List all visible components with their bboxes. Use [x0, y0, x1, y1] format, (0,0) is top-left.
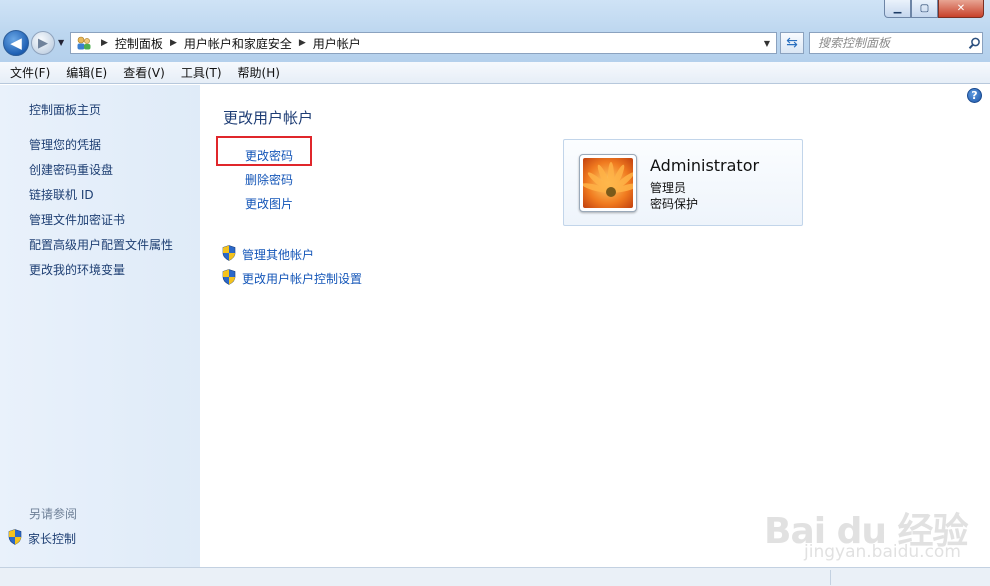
- link-label: 管理其他帐户: [242, 248, 315, 262]
- account-status: 密码保护: [650, 197, 699, 211]
- breadcrumb-control-panel[interactable]: 控制面板: [115, 35, 163, 52]
- uac-shield-icon: [8, 529, 22, 548]
- arrow-right-icon: ▶: [38, 35, 48, 51]
- watermark-site: jingyan.baidu.com: [804, 542, 961, 562]
- status-bar: [0, 567, 990, 586]
- link-label: 更改用户帐户控制设置: [242, 272, 363, 286]
- sidebar-item-environment-variables[interactable]: 更改我的环境变量: [29, 261, 125, 278]
- menu-help[interactable]: 帮助(H): [230, 63, 288, 83]
- arrow-left-icon: ◀: [10, 34, 22, 52]
- forward-button[interactable]: ▶: [31, 31, 55, 55]
- menu-tools[interactable]: 工具(T): [173, 63, 230, 83]
- menu-file[interactable]: 文件(F): [2, 63, 58, 83]
- sidebar-control-panel-home[interactable]: 控制面板主页: [29, 101, 101, 118]
- breadcrumb-separator[interactable]: ▶: [299, 38, 306, 48]
- status-divider: [830, 570, 831, 585]
- address-bar[interactable]: ▶ 控制面板 ▶ 用户帐户和家庭安全 ▶ 用户帐户 ▼: [70, 32, 777, 54]
- uac-settings-link[interactable]: 更改用户帐户控制设置: [222, 269, 362, 288]
- page-title: 更改用户帐户: [223, 109, 314, 127]
- see-also-heading: 另请参阅: [29, 507, 78, 521]
- users-folder-icon: [74, 33, 94, 53]
- breadcrumb-separator[interactable]: ▶: [170, 38, 177, 48]
- sidebar-item-create-reset-disk[interactable]: 创建密码重设盘: [29, 161, 113, 178]
- change-picture-link[interactable]: 更改图片: [245, 195, 293, 212]
- sidebar-item-manage-credentials[interactable]: 管理您的凭据: [29, 136, 101, 153]
- avatar: [579, 154, 637, 212]
- account-name: Administrator: [650, 156, 760, 175]
- address-dropdown-icon[interactable]: ▼: [758, 33, 776, 53]
- account-card: Administrator 管理员 密码保护: [563, 139, 803, 226]
- search-input[interactable]: [810, 33, 966, 53]
- uac-shield-icon: [222, 245, 236, 264]
- sidebar-item-encryption-certificates[interactable]: 管理文件加密证书: [29, 211, 125, 228]
- sidebar: 控制面板主页 管理您的凭据 创建密码重设盘 链接联机 ID 管理文件加密证书 配…: [0, 85, 200, 567]
- breadcrumb-user-accounts[interactable]: 用户帐户: [313, 35, 361, 52]
- recent-pages-dropdown[interactable]: ▼: [58, 38, 64, 47]
- menu-edit[interactable]: 编辑(E): [58, 63, 115, 83]
- sidebar-item-parental-controls[interactable]: 家长控制: [8, 529, 76, 548]
- uac-shield-icon: [222, 269, 236, 288]
- sidebar-item-label: 家长控制: [28, 532, 77, 546]
- sidebar-item-link-online-id[interactable]: 链接联机 ID: [29, 186, 94, 203]
- menu-view[interactable]: 查看(V): [115, 63, 173, 83]
- breadcrumb-separator[interactable]: ▶: [101, 38, 108, 48]
- refresh-button[interactable]: ⇆: [780, 32, 804, 54]
- flower-picture-icon: [583, 158, 633, 208]
- change-password-link[interactable]: 更改密码: [245, 147, 293, 164]
- remove-password-link[interactable]: 删除密码: [245, 171, 293, 188]
- baidu-watermark: Bai du 经验 jingyan.baidu.com: [758, 478, 986, 568]
- close-button[interactable]: ✕: [938, 0, 984, 18]
- search-box[interactable]: [809, 32, 983, 54]
- menu-bar: 文件(F) 编辑(E) 查看(V) 工具(T) 帮助(H): [0, 62, 990, 84]
- account-role: 管理员: [650, 181, 687, 195]
- refresh-icon: ⇆: [786, 35, 798, 51]
- window-controls: ▁ ▢ ✕: [884, 0, 984, 18]
- help-icon[interactable]: ?: [967, 88, 982, 103]
- window-chrome: ▁ ▢ ✕ ◀ ▶ ▼ ▶ 控制面板 ▶ 用户帐户和家庭安全 ▶ 用户帐户 ▼ …: [0, 0, 990, 62]
- search-icon[interactable]: [966, 33, 982, 53]
- sidebar-item-advanced-profile[interactable]: 配置高级用户配置文件属性: [29, 236, 173, 253]
- maximize-button[interactable]: ▢: [911, 0, 938, 18]
- breadcrumb-user-accounts-family[interactable]: 用户帐户和家庭安全: [184, 35, 292, 52]
- back-button[interactable]: ◀: [3, 30, 29, 56]
- minimize-button[interactable]: ▁: [884, 0, 911, 18]
- manage-other-accounts-link[interactable]: 管理其他帐户: [222, 245, 314, 264]
